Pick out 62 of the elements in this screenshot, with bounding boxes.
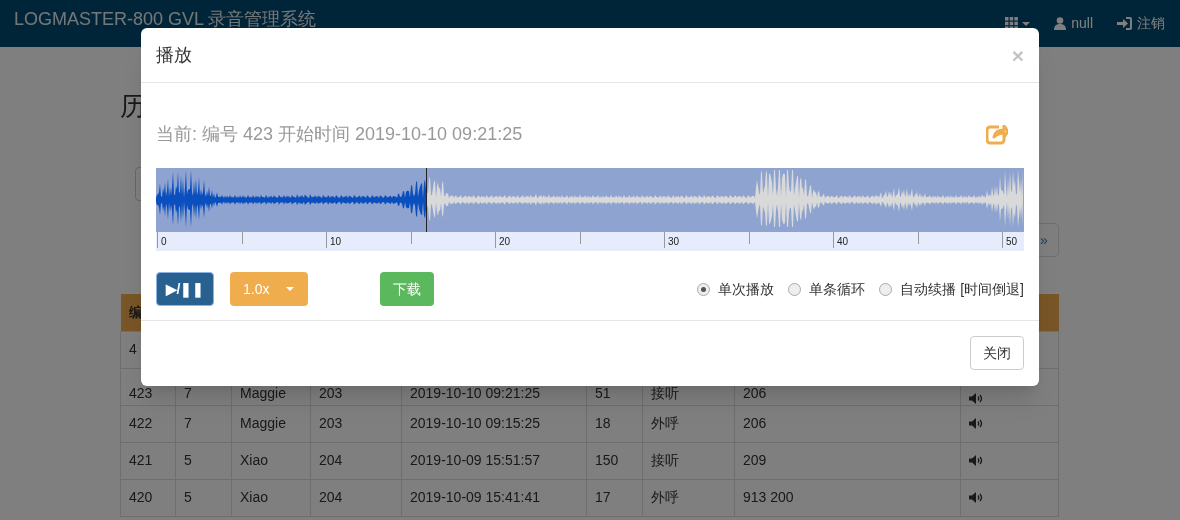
table-cell: 204 (319, 489, 343, 505)
table-cell: 150 (595, 452, 619, 468)
table-cell: 7 (184, 415, 192, 431)
tick-label: 10 (330, 237, 342, 247)
caret-icon (286, 287, 294, 291)
sign-in-icon (1117, 17, 1132, 30)
table-cell: 203 (319, 384, 343, 401)
table-cell: Xiao (240, 489, 269, 505)
user-icon (1054, 17, 1067, 30)
table-cell: 204 (319, 452, 343, 468)
table-cell: 接听 (651, 384, 679, 401)
tick-label: 40 (837, 237, 849, 247)
table-cell: 206 (743, 384, 767, 401)
table-cell: 421 (129, 452, 153, 468)
table-cell: 422 (129, 415, 153, 431)
speaker-icon[interactable] (969, 492, 983, 503)
table-cell: Xiao (240, 452, 269, 468)
table-cell: 203 (319, 415, 343, 431)
table-cell: Maggie (240, 415, 286, 431)
table-cell: 17 (595, 489, 611, 505)
caret-icon (1022, 21, 1031, 26)
table-cell: 外呼 (651, 415, 679, 431)
table-cell: 2019-10-09 15:51:57 (410, 452, 540, 468)
current-recording-info: 当前: 编号 423 开始时间 2019-10-10 09:21:25 (156, 123, 523, 146)
radio-button[interactable] (879, 282, 893, 296)
tick-label: 0 (161, 237, 167, 247)
app-title: LOGMASTER-800 GVL 录音管理系统 (14, 9, 317, 28)
tick-label: 50 (1006, 237, 1018, 247)
speaker-icon[interactable] (969, 455, 983, 466)
table-cell: Maggie (240, 384, 286, 401)
radio-button[interactable] (697, 282, 711, 296)
table-cell: 2019-10-09 15:41:41 (410, 489, 540, 505)
table-cell: 2019-10-10 09:21:25 (410, 384, 540, 401)
table-cell: 206 (743, 415, 767, 431)
table-cell: 5 (184, 452, 192, 468)
table-cell: 2019-10-10 09:15:25 (410, 415, 540, 431)
table-cell: 18 (595, 415, 611, 431)
table-cell: 外呼 (651, 489, 679, 505)
table-cell: 7 (184, 384, 192, 401)
play-pause-button[interactable]: ▶/❚❚ (156, 272, 214, 306)
speaker-icon[interactable] (969, 392, 983, 404)
table-cell: 接听 (651, 452, 679, 468)
table-cell: 420 (129, 489, 153, 505)
playback-mode-option[interactable]: 单条循环 (788, 278, 866, 300)
table-cell: 913 200 (743, 489, 794, 505)
tick-label: 20 (499, 237, 511, 247)
dialog-title: 播放 (156, 43, 192, 67)
tick-label: 30 (668, 237, 680, 247)
playback-mode-option[interactable]: 自动续播 [时间倒退] (879, 278, 1024, 300)
download-button[interactable]: 下载 (380, 272, 434, 306)
logout-link[interactable]: 注销 (1117, 13, 1165, 34)
close-dialog-button[interactable]: 关闭 (970, 336, 1024, 370)
radio-button[interactable] (788, 282, 802, 296)
table-cell: 5 (184, 489, 192, 505)
table-cell: 209 (743, 452, 767, 468)
user-link[interactable]: null (1054, 13, 1093, 34)
table-cell: 51 (595, 384, 611, 401)
playback-mode-option[interactable]: 单次播放 (697, 278, 775, 300)
apps-menu-button[interactable] (1005, 17, 1031, 30)
speaker-icon[interactable] (969, 418, 983, 429)
table-cell: 4 (129, 341, 137, 357)
table-cell: 423 (129, 384, 153, 401)
